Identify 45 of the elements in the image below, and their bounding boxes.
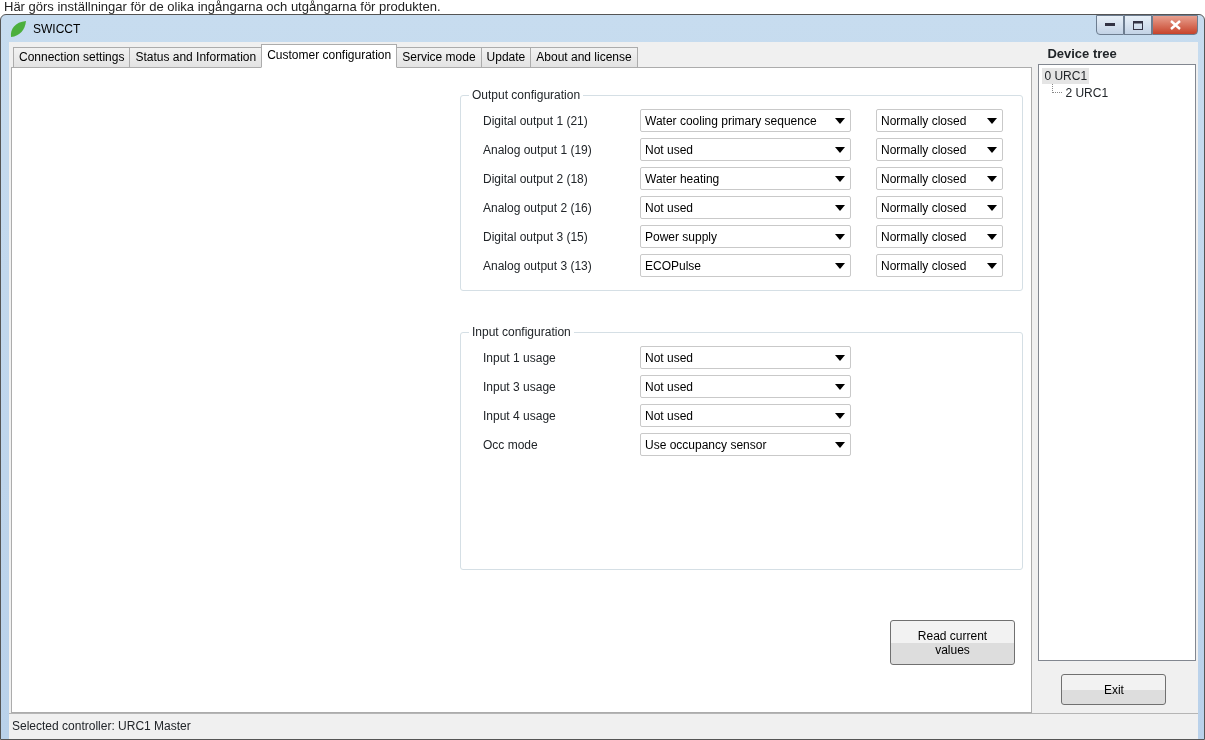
input-dropdown[interactable]: Not used — [640, 346, 851, 369]
polarity-dropdown[interactable]: Normally closed — [876, 196, 1003, 219]
window-title: SWICCT — [33, 20, 81, 38]
maximize-button[interactable] — [1124, 15, 1152, 35]
field-label: Digital output 3 (15) — [483, 228, 589, 246]
tree-connector — [1052, 84, 1063, 93]
group-title: Output configuration — [471, 88, 582, 102]
tree-node[interactable]: 0 URC1 — [1042, 68, 1090, 84]
minimize-button[interactable] — [1096, 15, 1124, 35]
field-label: Occ mode — [483, 436, 539, 454]
field-label: Digital output 1 (21) — [483, 112, 589, 130]
input-dropdown[interactable]: Not used — [640, 404, 851, 427]
function-dropdown[interactable]: Not used — [640, 138, 851, 161]
leaf-icon — [9, 19, 27, 38]
field-label: Digital output 2 (18) — [483, 170, 589, 188]
function-dropdown[interactable]: Not used — [640, 196, 851, 219]
maximize-icon — [1133, 20, 1143, 30]
function-dropdown[interactable]: Power supply — [640, 225, 851, 248]
panel-title: Device tree — [1046, 45, 1118, 63]
field-label: Input 1 usage — [483, 349, 557, 367]
field-label: Analog output 3 (13) — [483, 257, 593, 275]
read-values-button[interactable]: Read current values — [890, 620, 1015, 665]
function-dropdown[interactable]: Water cooling primary sequence — [640, 109, 851, 132]
function-dropdown[interactable]: ECOPulse — [640, 254, 851, 277]
polarity-dropdown[interactable]: Normally closed — [876, 254, 1003, 277]
polarity-dropdown[interactable]: Normally closed — [876, 167, 1003, 190]
input-dropdown[interactable]: Not used — [640, 375, 851, 398]
exit-button[interactable]: Exit — [1061, 674, 1167, 705]
close-icon — [1169, 20, 1181, 30]
tree-node[interactable]: 2 URC1 — [1063, 85, 1111, 101]
group-title: Input configuration — [471, 325, 572, 339]
field-label: Analog output 2 (16) — [483, 199, 593, 217]
field-label: Input 4 usage — [483, 407, 557, 425]
minimize-icon — [1105, 23, 1115, 27]
polarity-dropdown[interactable]: Normally closed — [876, 225, 1003, 248]
field-label: Input 3 usage — [483, 378, 557, 396]
input-dropdown[interactable]: Use occupancy sensor — [640, 433, 851, 456]
polarity-dropdown[interactable]: Normally closed — [876, 138, 1003, 161]
tab[interactable]: Customer configuration — [261, 44, 398, 68]
function-dropdown[interactable]: Water heating — [640, 167, 851, 190]
field-label: Analog output 1 (19) — [483, 141, 593, 159]
close-button[interactable] — [1152, 15, 1198, 35]
tab[interactable]: About and license — [530, 47, 638, 68]
caption-text: Här görs inställningar för de olika ingångarna och utgångarna för produkten. — [3, 0, 442, 14]
polarity-dropdown[interactable]: Normally closed — [876, 109, 1003, 132]
